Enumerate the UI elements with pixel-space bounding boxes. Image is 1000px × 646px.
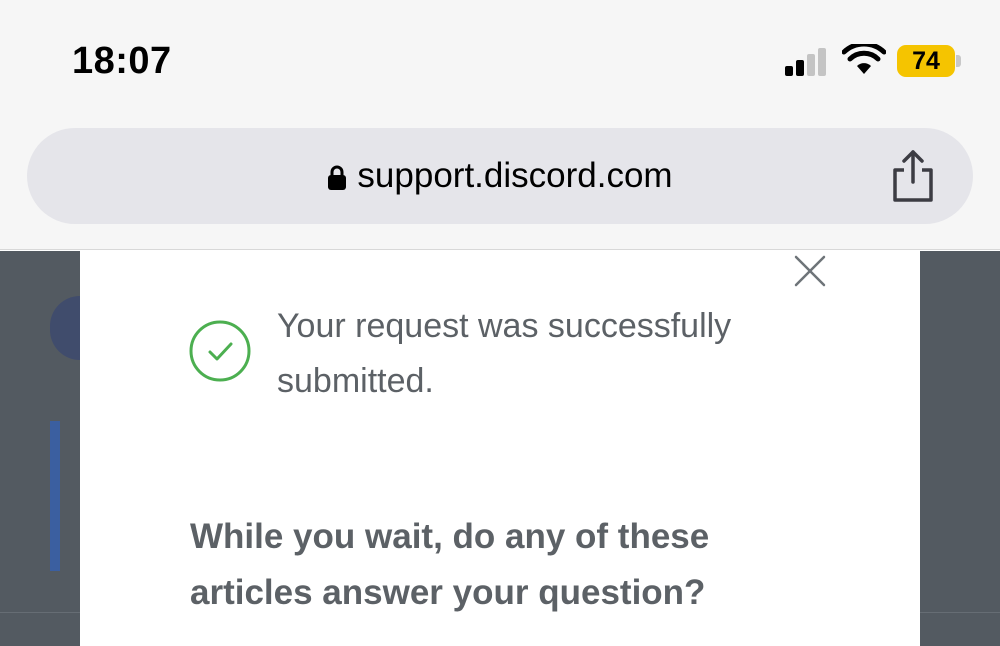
battery-cap <box>956 55 961 67</box>
browser-bar: support.discord.com <box>0 110 1000 250</box>
address-bar[interactable]: support.discord.com <box>27 128 973 224</box>
url-display[interactable]: support.discord.com <box>27 128 973 224</box>
cellular-signal-icon <box>785 48 826 76</box>
success-message: Your request was successfully submitted. <box>277 307 732 400</box>
confirmation-modal: Your request was successfully submitted.… <box>80 251 920 646</box>
articles-prompt-heading: While you wait, do any of these articles… <box>190 517 710 612</box>
status-time: 18:07 <box>72 40 172 82</box>
close-icon[interactable] <box>792 253 828 289</box>
battery-level: 74 <box>912 46 940 75</box>
background-accent-bar <box>50 421 60 571</box>
battery-icon: 74 <box>897 45 955 77</box>
lock-icon <box>328 165 347 190</box>
status-bar: 18:07 74 <box>0 0 1000 110</box>
wifi-icon <box>842 44 886 74</box>
url-text: support.discord.com <box>357 156 673 195</box>
background-divider <box>0 612 80 613</box>
success-check-icon <box>189 320 251 382</box>
share-icon[interactable] <box>887 148 939 204</box>
background-divider <box>920 612 1000 613</box>
